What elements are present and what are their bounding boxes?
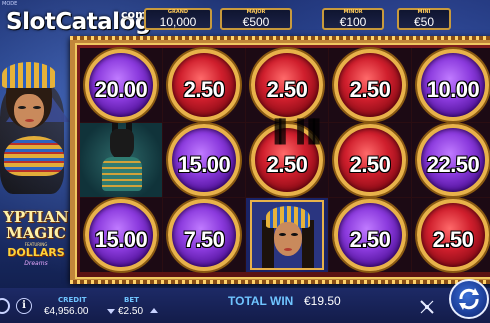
game-logo-line4: Dreams xyxy=(24,260,48,267)
coin-value: 10.00 xyxy=(426,77,480,102)
coin-value: 20.00 xyxy=(94,77,148,102)
reel-cell-coin: 22.50 xyxy=(412,123,490,197)
red-coin-symbol: 2.50 xyxy=(251,49,323,121)
cleopatra-collar xyxy=(4,136,64,176)
frame-lights-bottom xyxy=(70,280,490,284)
reel-cell-coin: 20.00 xyxy=(80,48,162,122)
reel-cell-coin: 10.00 xyxy=(412,48,490,122)
jackpot-grand: GRAND 10,000 xyxy=(144,8,212,30)
cleopatra-eye xyxy=(18,106,26,109)
bet-value: €2.50 xyxy=(118,306,144,317)
reel-cell-cleopatra xyxy=(246,198,328,272)
turbo-icon[interactable] xyxy=(418,298,436,316)
reels-grid: 20.00 15.00 2.50 15.00 7.50 2.50 2.50 2.50 2.50 2… xyxy=(80,48,490,272)
jackpot-value: 10,000 xyxy=(159,15,197,29)
reel-cell-coin: 2.50 xyxy=(329,123,411,197)
jackpot-major: MAJOR €500 xyxy=(220,8,292,30)
reel-cell-coin: 2.50 xyxy=(329,198,411,272)
coin-value: 2.50 xyxy=(266,77,308,102)
red-coin-symbol: 2.50 xyxy=(334,124,406,196)
purple-coin-symbol: 15.00 xyxy=(85,199,157,271)
red-coin-symbol: 2.50 xyxy=(168,49,240,121)
coin-value: 2.50 xyxy=(349,152,391,177)
watermark-glyphs: ▐▌▐▐▌ xyxy=(268,120,326,145)
credit-label: CREDIT xyxy=(58,296,87,304)
reel-cell-coin: 15.00 xyxy=(80,198,162,272)
coin-value: 2.50 xyxy=(266,152,308,177)
total-win-label: TOTAL WIN xyxy=(228,294,294,308)
coin-value: 2.50 xyxy=(432,227,474,252)
coin-value: 2.50 xyxy=(183,77,225,102)
reel-cell-anubis xyxy=(80,123,162,197)
purple-coin-symbol: 22.50 xyxy=(417,124,489,196)
coin-value: 15.00 xyxy=(177,152,231,177)
jackpot-minor: MINOR €100 xyxy=(322,8,384,30)
cleopatra-eye xyxy=(33,106,41,109)
info-button[interactable]: i xyxy=(16,298,32,314)
credit-value: €4,956.00 xyxy=(44,306,89,317)
spin-button[interactable] xyxy=(449,279,489,319)
cleopatra-lips xyxy=(25,119,34,122)
purple-coin-symbol: 20.00 xyxy=(85,49,157,121)
spin-arrows-icon xyxy=(459,288,479,310)
anubis-symbol xyxy=(100,123,144,193)
reel-cell-coin: 2.50 xyxy=(246,48,328,122)
site-watermark-suffix: com xyxy=(121,8,147,21)
red-coin-symbol: 2.50 xyxy=(417,199,489,271)
jackpot-mini: MINI €50 xyxy=(397,8,451,30)
purple-coin-symbol: 10.00 xyxy=(417,49,489,121)
reel-cell-coin: 2.50 xyxy=(329,48,411,122)
purple-coin-symbol: 2.50 xyxy=(334,199,406,271)
frame-lights-top xyxy=(70,36,490,40)
info-icon: i xyxy=(22,300,26,311)
game-logo: YPTIAN MAGIC FEATURING DOLLARS Dreams xyxy=(0,208,72,272)
cleopatra-headdress xyxy=(2,62,56,88)
coin-value: 2.50 xyxy=(349,77,391,102)
jackpot-value: €100 xyxy=(339,15,367,29)
purple-coin-symbol: 7.50 xyxy=(168,199,240,271)
chevron-down-icon[interactable] xyxy=(107,309,115,314)
chevron-up-icon[interactable] xyxy=(150,308,158,313)
coin-value: 22.50 xyxy=(426,152,480,177)
bet-label: BET xyxy=(124,296,139,304)
reel-cell-coin: 2.50 xyxy=(412,198,490,272)
reel-cell-coin: 15.00 xyxy=(163,123,245,197)
game-logo-line2: MAGIC xyxy=(5,224,66,242)
jackpot-value: €500 xyxy=(242,15,270,29)
cleopatra-character xyxy=(0,62,70,212)
game-logo-line3: DOLLARS xyxy=(7,246,65,259)
reel-cell-coin: 2.50 xyxy=(163,48,245,122)
purple-coin-symbol: 15.00 xyxy=(168,124,240,196)
jackpot-value: €50 xyxy=(413,15,435,29)
coin-value: 2.50 xyxy=(349,227,391,252)
reel-cell-coin: 7.50 xyxy=(163,198,245,272)
cleopatra-face xyxy=(14,94,44,128)
coin-value: 15.00 xyxy=(94,227,148,252)
total-win-value: €19.50 xyxy=(304,294,341,308)
red-coin-symbol: 2.50 xyxy=(334,49,406,121)
coin-value: 7.50 xyxy=(183,227,225,252)
cleopatra-symbol xyxy=(250,200,324,270)
